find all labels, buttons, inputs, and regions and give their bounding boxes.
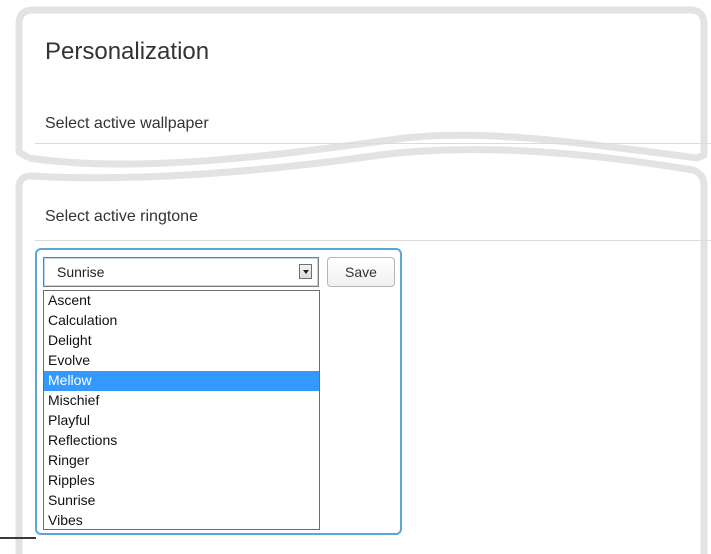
- wallpaper-section-label: Select active wallpaper: [45, 115, 209, 132]
- ringtone-option[interactable]: Ringer: [44, 451, 319, 471]
- page-title: Personalization: [45, 38, 210, 65]
- ringtone-option[interactable]: Vibes: [44, 511, 319, 531]
- callout-pointer-line: [0, 537, 36, 539]
- ringtone-option[interactable]: Sunrise: [44, 491, 319, 511]
- ringtone-option[interactable]: Evolve: [44, 351, 319, 371]
- ringtone-section-label: Select active ringtone: [45, 208, 198, 225]
- dropdown-arrow-icon[interactable]: [299, 264, 312, 279]
- ringtone-option[interactable]: Calculation: [44, 311, 319, 331]
- ringtone-option[interactable]: Delight: [44, 331, 319, 351]
- section-divider: [35, 240, 711, 241]
- section-divider: [35, 143, 711, 144]
- ringtone-option[interactable]: Ripples: [44, 471, 319, 491]
- save-button[interactable]: Save: [327, 257, 395, 287]
- ringtone-select-value: Sunrise: [57, 264, 105, 280]
- ringtone-option[interactable]: Ascent: [44, 291, 319, 311]
- ringtone-option[interactable]: Playful: [44, 411, 319, 431]
- ringtone-option[interactable]: Mischief: [44, 391, 319, 411]
- ringtone-dropdown-list[interactable]: Ascent Calculation Delight Evolve Mellow Misc…: [43, 290, 320, 530]
- ringtone-option[interactable]: Reflections: [44, 431, 319, 451]
- ringtone-option[interactable]: Mellow: [44, 371, 319, 391]
- ringtone-select[interactable]: Sunrise: [43, 257, 319, 287]
